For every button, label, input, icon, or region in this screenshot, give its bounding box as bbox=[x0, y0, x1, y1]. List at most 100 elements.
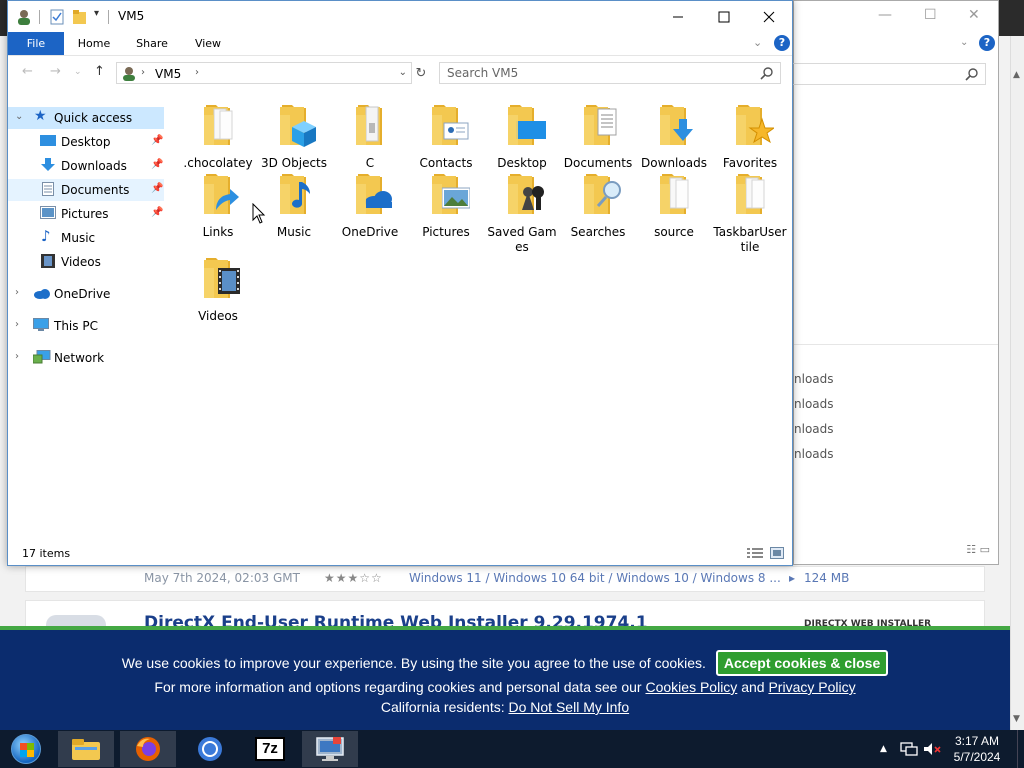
new-folder-icon[interactable] bbox=[72, 9, 88, 25]
pin-icon[interactable]: 📌 bbox=[151, 135, 163, 146]
folder-item[interactable]: Favorites bbox=[712, 101, 788, 171]
up-icon[interactable]: ↑ bbox=[94, 64, 105, 79]
refresh-icon[interactable]: ↻ bbox=[413, 62, 429, 84]
system-clock[interactable]: 3:17 AM 5/7/2024 bbox=[950, 733, 1004, 765]
details-view-icon[interactable] bbox=[747, 547, 763, 559]
do-not-sell-link[interactable]: Do Not Sell My Info bbox=[509, 699, 630, 715]
large-icons-view-icon[interactable] bbox=[770, 547, 784, 559]
pin-icon[interactable]: 📌 bbox=[151, 159, 163, 170]
nav-music[interactable]: ♪ Music bbox=[8, 227, 164, 249]
breadcrumb-chevron-icon[interactable]: › bbox=[141, 67, 145, 78]
tab-share[interactable]: Share bbox=[128, 32, 176, 55]
tray-overflow-icon[interactable]: ▲ bbox=[880, 730, 887, 768]
taskbar-chrome[interactable] bbox=[182, 731, 238, 767]
nav-onedrive[interactable]: › OneDrive bbox=[8, 283, 164, 305]
folder-item[interactable]: Links bbox=[180, 170, 256, 240]
tab-file[interactable]: File bbox=[8, 32, 64, 55]
nav-videos[interactable]: Videos bbox=[8, 251, 164, 273]
folder-item[interactable]: TaskbarUsertile bbox=[712, 170, 788, 255]
folder-videos-icon bbox=[204, 258, 240, 298]
bg-ribbon-chevron-icon[interactable]: ⌄ bbox=[960, 37, 968, 48]
folder-item[interactable]: Saved Games bbox=[484, 170, 560, 255]
maximize-icon bbox=[718, 11, 730, 22]
nav-label: Quick access bbox=[54, 111, 133, 125]
folder-favorites-icon bbox=[736, 105, 776, 145]
pin-icon[interactable]: 📌 bbox=[151, 207, 163, 218]
page-scrollbar[interactable]: ▲ ▼ bbox=[1010, 36, 1024, 730]
folder-item[interactable]: Music bbox=[256, 170, 332, 240]
address-dropdown-icon[interactable]: ⌄ bbox=[399, 67, 407, 78]
search-box[interactable] bbox=[439, 62, 781, 84]
bg-maximize-icon[interactable]: ☐ bbox=[924, 7, 937, 23]
taskbar-firefox[interactable] bbox=[120, 731, 176, 767]
bg-view-icons[interactable]: ☷ ▭ bbox=[966, 543, 990, 556]
title-bar[interactable]: ▾ VM5 bbox=[8, 1, 792, 32]
folder-item[interactable]: Documents bbox=[560, 101, 636, 171]
privacy-policy-link[interactable]: Privacy Policy bbox=[768, 679, 855, 695]
breadcrumb-vm5[interactable]: VM5 bbox=[155, 67, 181, 81]
clock-date: 5/7/2024 bbox=[953, 750, 1001, 764]
folder-item[interactable]: 3D Objects bbox=[256, 101, 332, 171]
cookie-banner: We use cookies to improve your experienc… bbox=[0, 626, 1010, 730]
folder-name: Desktop bbox=[497, 156, 547, 170]
nav-network[interactable]: › Network bbox=[8, 347, 164, 369]
accept-cookies-button[interactable]: Accept cookies & close bbox=[715, 650, 889, 676]
folder-item[interactable]: Pictures bbox=[408, 170, 484, 240]
recent-locations-icon[interactable]: ⌄ bbox=[74, 67, 82, 77]
expand-chevron-icon[interactable]: › bbox=[15, 319, 19, 330]
expand-chevron-icon[interactable]: › bbox=[15, 351, 19, 362]
show-desktop-button[interactable] bbox=[1017, 730, 1024, 768]
properties-icon[interactable] bbox=[50, 9, 64, 25]
nav-downloads[interactable]: Downloads 📌 bbox=[8, 155, 164, 177]
cookies-policy-link[interactable]: Cookies Policy bbox=[645, 679, 737, 695]
folder-item[interactable]: .chocolatey bbox=[180, 101, 256, 171]
folder-item[interactable]: C bbox=[332, 101, 408, 171]
expand-chevron-icon[interactable]: › bbox=[15, 287, 19, 298]
bg-close-icon[interactable]: ✕ bbox=[968, 7, 980, 23]
folder-links-icon bbox=[204, 174, 239, 214]
folder-item[interactable]: OneDrive bbox=[332, 170, 408, 240]
maximize-button[interactable] bbox=[701, 1, 747, 32]
nav-documents[interactable]: Documents 📌 bbox=[8, 179, 164, 201]
folder-3d-objects-icon bbox=[280, 105, 316, 147]
close-button[interactable] bbox=[746, 1, 792, 32]
star-icon: ★ bbox=[34, 108, 47, 124]
taskbar-file-explorer[interactable] bbox=[58, 731, 114, 767]
search-input[interactable] bbox=[440, 63, 750, 83]
taskbar-7zip[interactable]: 7z bbox=[242, 731, 298, 767]
folder-item[interactable]: Videos bbox=[180, 254, 256, 324]
taskbar-remote-desktop[interactable] bbox=[302, 731, 358, 767]
collapse-chevron-icon[interactable]: ⌄ bbox=[15, 111, 23, 122]
folder-item[interactable]: Desktop bbox=[484, 101, 560, 171]
help-icon[interactable]: ? bbox=[774, 35, 790, 51]
tab-home[interactable]: Home bbox=[70, 32, 118, 55]
folder-item[interactable]: source bbox=[636, 170, 712, 240]
folder-item[interactable]: Downloads bbox=[636, 101, 712, 171]
search-icon[interactable] bbox=[760, 66, 774, 80]
scroll-up-icon[interactable]: ▲ bbox=[1013, 70, 1020, 80]
nav-desktop[interactable]: Desktop 📌 bbox=[8, 131, 164, 153]
address-box[interactable]: › VM5 › ⌄ bbox=[116, 62, 412, 84]
bg-minimize-icon[interactable]: — bbox=[878, 7, 892, 23]
download-card[interactable]: DirectX End-User Runtime Web Installer 9… bbox=[25, 600, 985, 628]
forward-icon[interactable]: → bbox=[50, 64, 61, 79]
nav-pictures[interactable]: Pictures 📌 bbox=[8, 203, 164, 225]
start-button[interactable] bbox=[4, 732, 48, 766]
minimize-button[interactable] bbox=[655, 1, 701, 32]
folder-item[interactable]: Searches bbox=[560, 170, 636, 240]
bg-help-icon[interactable]: ? bbox=[979, 35, 995, 51]
expand-ribbon-icon[interactable]: ⌄ bbox=[753, 36, 762, 49]
back-icon[interactable]: ← bbox=[22, 64, 33, 79]
network-icon[interactable] bbox=[900, 730, 918, 768]
customize-toolbar-icon[interactable]: ▾ bbox=[94, 8, 99, 19]
breadcrumb-chevron-icon[interactable]: › bbox=[195, 67, 199, 78]
folder-name: Pictures bbox=[422, 225, 470, 239]
folder-item[interactable]: Contacts bbox=[408, 101, 484, 171]
scroll-down-icon[interactable]: ▼ bbox=[1013, 714, 1020, 724]
volume-muted-icon[interactable] bbox=[922, 730, 942, 768]
pin-icon[interactable]: 📌 bbox=[151, 183, 163, 194]
nav-this-pc[interactable]: › This PC bbox=[8, 315, 164, 337]
nav-quick-access[interactable]: ⌄ ★ Quick access bbox=[8, 107, 164, 129]
tab-view[interactable]: View bbox=[184, 32, 232, 55]
bg-search-box[interactable] bbox=[790, 63, 986, 85]
